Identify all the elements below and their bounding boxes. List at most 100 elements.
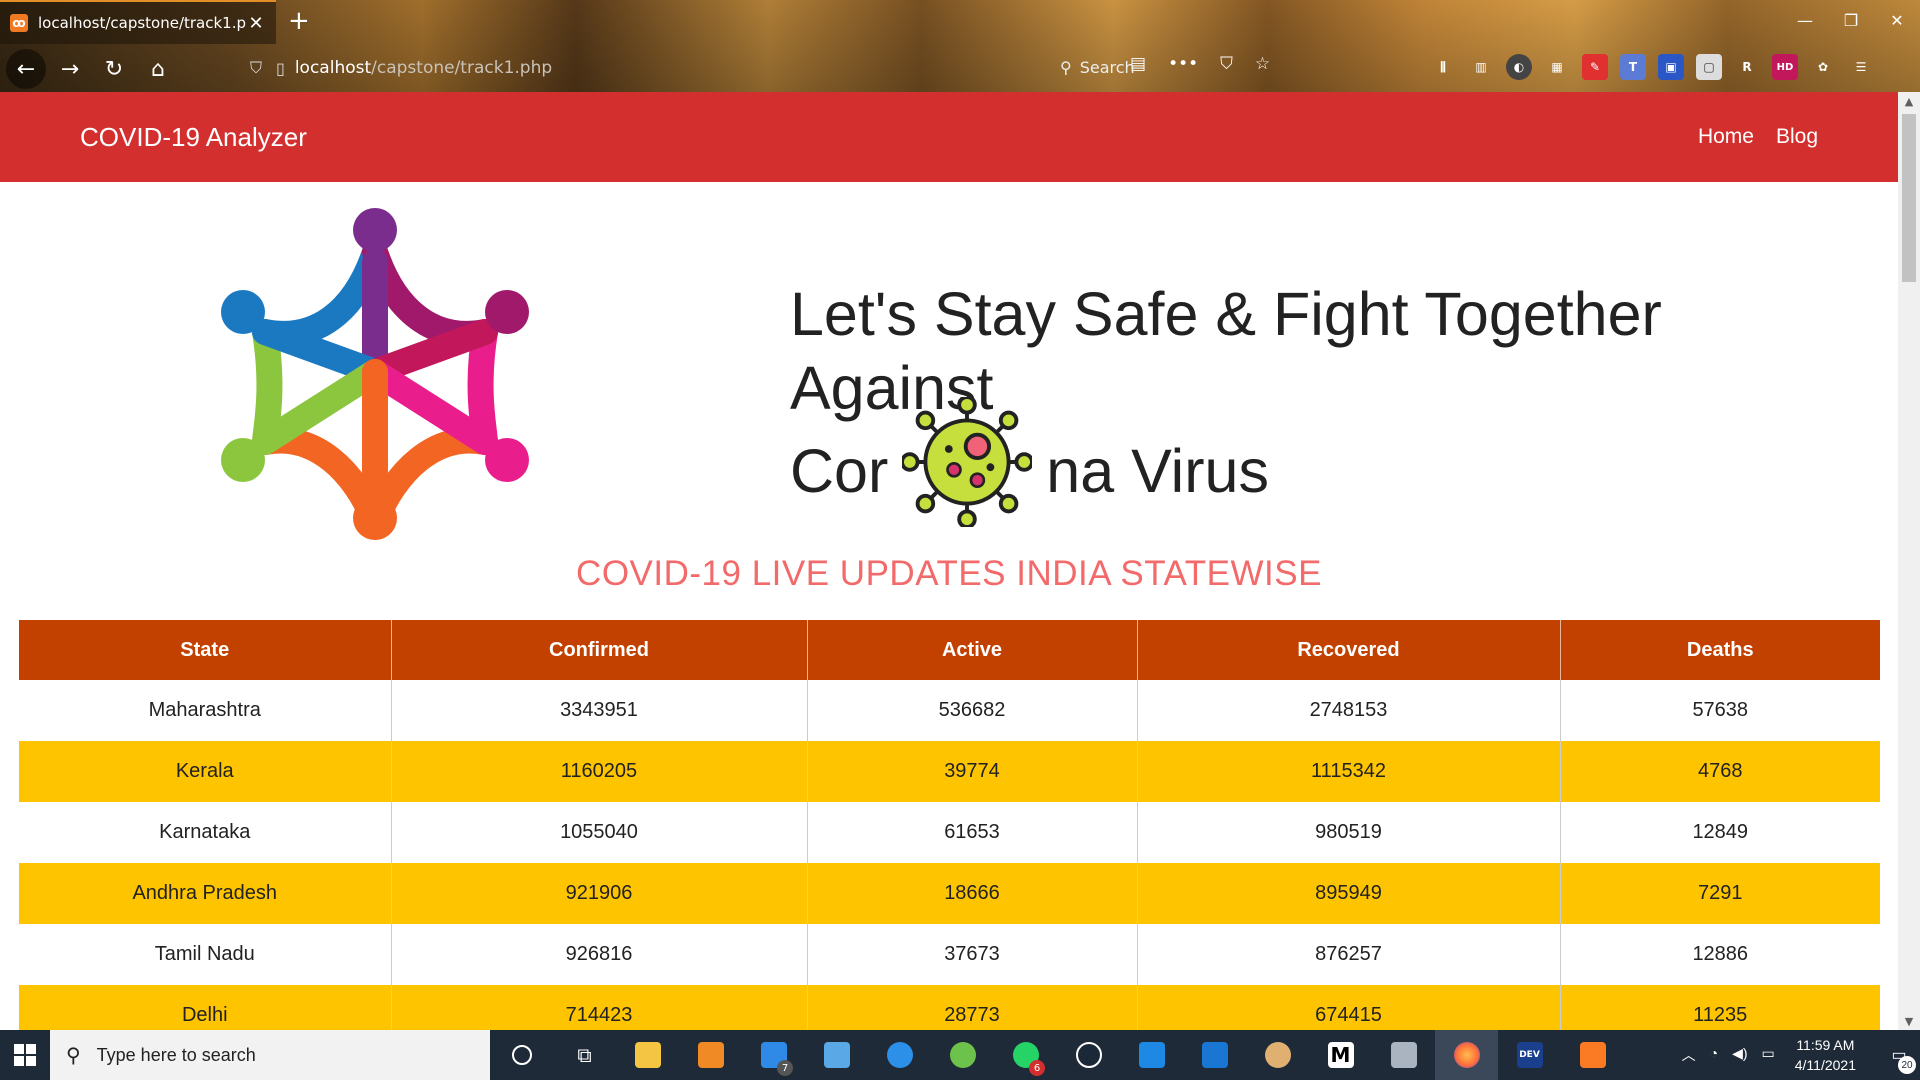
browser-search-box[interactable]: ⚲ Search — [1060, 52, 1400, 82]
sandwich-app-icon[interactable] — [1246, 1030, 1309, 1080]
home-icon[interactable]: ⌂ — [138, 49, 178, 89]
battery-icon[interactable]: ▭ — [1762, 1045, 1775, 1065]
live-updates-heading: COVID-19 LIVE UPDATES INDIA STATEWISE — [576, 554, 1322, 593]
video-editor-icon[interactable] — [1120, 1030, 1183, 1080]
blue-extension-icon[interactable]: ▣ — [1658, 54, 1684, 80]
scroll-down-icon[interactable]: ▼ — [1898, 1012, 1920, 1030]
minimize-icon[interactable]: — — [1782, 0, 1828, 40]
red-extension-icon[interactable]: ✎ — [1582, 54, 1608, 80]
cortana-icon[interactable] — [490, 1030, 553, 1080]
windows-logo-icon — [14, 1044, 36, 1066]
cell-recovered: 1115342 — [1137, 741, 1561, 802]
cell-confirmed: 921906 — [391, 863, 808, 924]
search-icon: ⚲ — [66, 1043, 81, 1067]
cell-deaths: 7291 — [1560, 863, 1880, 924]
chevron-up-icon[interactable]: ︿ — [1682, 1045, 1696, 1065]
scroll-up-icon[interactable]: ▲ — [1898, 92, 1920, 110]
sidebar-icon[interactable]: ▥ — [1468, 54, 1494, 80]
firefox-icon[interactable] — [1435, 1030, 1498, 1080]
cell-deaths: 12849 — [1560, 802, 1880, 863]
menu-icon[interactable]: ☰ — [1848, 54, 1874, 80]
header-state: State — [19, 620, 392, 680]
taskbar-search[interactable]: ⚲ Type here to search — [50, 1030, 490, 1080]
cell-active: 536682 — [807, 680, 1138, 741]
header-active: Active — [807, 620, 1138, 680]
wifi-icon[interactable]: ◔ — [1710, 1045, 1718, 1065]
notification-count: 20 — [1898, 1056, 1916, 1074]
table-row: Tamil Nadu 926816 37673 876257 12886 — [19, 924, 1880, 985]
browser-tab[interactable]: ꝏ localhost/capstone/track1.php ✕ — [0, 0, 276, 44]
page-info-icon[interactable]: ▯ — [276, 59, 285, 78]
cell-active: 61653 — [807, 802, 1138, 863]
table-row: Karnataka 1055040 61653 980519 12849 — [19, 802, 1880, 863]
close-tab-icon[interactable]: ✕ — [246, 13, 266, 34]
cell-recovered: 674415 — [1137, 985, 1561, 1030]
notification-center-icon[interactable]: ▭ 20 — [1878, 1030, 1920, 1080]
library-icon[interactable]: ⫼ — [1430, 54, 1456, 80]
android-app-icon[interactable] — [931, 1030, 994, 1080]
volume-icon[interactable]: ◀) — [1732, 1045, 1747, 1065]
r-extension-icon[interactable]: R — [1734, 54, 1760, 80]
xampp-favicon-icon: ꝏ — [10, 14, 28, 32]
clock-time: 11:59 AM — [1796, 1037, 1855, 1053]
statewise-table: State Confirmed Active Recovered Deaths … — [19, 620, 1880, 1030]
cell-confirmed: 1055040 — [391, 802, 808, 863]
network-app-icon[interactable] — [1372, 1030, 1435, 1080]
extension-icon[interactable]: ◐ — [1506, 54, 1532, 80]
search-icon: ⚲ — [1060, 57, 1072, 77]
start-button[interactable] — [0, 1030, 50, 1080]
browser-chrome: ꝏ localhost/capstone/track1.php ✕ + — ❐ … — [0, 0, 1920, 92]
dev-cpp-icon[interactable]: DEV — [1498, 1030, 1561, 1080]
hd-extension-icon[interactable]: HD — [1772, 54, 1798, 80]
file-explorer-icon[interactable] — [616, 1030, 679, 1080]
mail-badge: 7 — [777, 1060, 793, 1076]
grid-extension-icon[interactable]: ▦ — [1544, 54, 1570, 80]
xampp-icon[interactable] — [1561, 1030, 1624, 1080]
media-player-icon[interactable] — [679, 1030, 742, 1080]
new-tab-button[interactable]: + — [288, 6, 310, 36]
extension-2-icon[interactable]: ✿ — [1810, 54, 1836, 80]
reload-icon[interactable]: ↻ — [94, 49, 134, 89]
clock[interactable]: 11:59 AM 4/11/2021 — [1795, 1035, 1856, 1075]
mail-icon[interactable]: 7 — [742, 1030, 805, 1080]
cell-deaths: 57638 — [1560, 680, 1880, 741]
scroll-thumb[interactable] — [1902, 114, 1916, 282]
forward-arrow-icon[interactable]: → — [50, 49, 90, 89]
nav-link-blog[interactable]: Blog — [1776, 125, 1818, 149]
task-view-icon[interactable]: ⧉ — [553, 1030, 616, 1080]
cell-deaths: 11235 — [1560, 985, 1880, 1030]
cell-state: Maharashtra — [19, 680, 392, 741]
laptop-app-icon[interactable] — [805, 1030, 868, 1080]
back-arrow-icon[interactable]: ← — [6, 49, 46, 89]
nav-links: Home Blog — [1698, 125, 1818, 149]
statewise-table-container: State Confirmed Active Recovered Deaths … — [19, 620, 1880, 1030]
close-window-icon[interactable]: ✕ — [1874, 0, 1920, 40]
hero-heading: Let's Stay Safe & Fight Together Against… — [790, 277, 1710, 527]
system-tray: ︿ ◔ ◀) ▭ 11:59 AM 4/11/2021 ▭ 20 — [1682, 1030, 1920, 1080]
taskbar-search-placeholder: Type here to search — [96, 1044, 256, 1065]
whatsapp-badge: 6 — [1029, 1060, 1045, 1076]
uplay-icon[interactable] — [868, 1030, 931, 1080]
taskbar-apps: ⧉ 7 6 M DEV — [490, 1030, 1624, 1080]
steam-icon[interactable] — [1057, 1030, 1120, 1080]
cell-recovered: 980519 — [1137, 802, 1561, 863]
nav-link-home[interactable]: Home — [1698, 125, 1754, 149]
white-extension-icon[interactable]: ▢ — [1696, 54, 1722, 80]
whatsapp-icon[interactable]: 6 — [994, 1030, 1057, 1080]
hero-line-2-end: na Virus — [1046, 437, 1269, 506]
cell-active: 39774 — [807, 741, 1138, 802]
cell-state: Karnataka — [19, 802, 392, 863]
maximize-icon[interactable]: ❐ — [1828, 0, 1874, 40]
url-path: /capstone/track1.php — [371, 58, 553, 78]
hero-line-2-start: Cor — [790, 437, 889, 506]
windows-taskbar: ⚲ Type here to search ⧉ 7 6 M DEV ︿ ◔ ◀)… — [0, 1030, 1920, 1080]
m-app-icon[interactable]: M — [1309, 1030, 1372, 1080]
cell-confirmed: 1160205 — [391, 741, 808, 802]
page-scrollbar[interactable]: ▲ ▼ — [1898, 92, 1920, 1030]
tracking-shield-icon[interactable]: ⛉ — [250, 58, 262, 78]
site-brand[interactable]: COVID-19 Analyzer — [80, 122, 307, 153]
calendar-icon[interactable] — [1183, 1030, 1246, 1080]
header-confirmed: Confirmed — [391, 620, 808, 680]
translate-extension-icon[interactable]: T — [1620, 54, 1646, 80]
cell-recovered: 895949 — [1137, 863, 1561, 924]
